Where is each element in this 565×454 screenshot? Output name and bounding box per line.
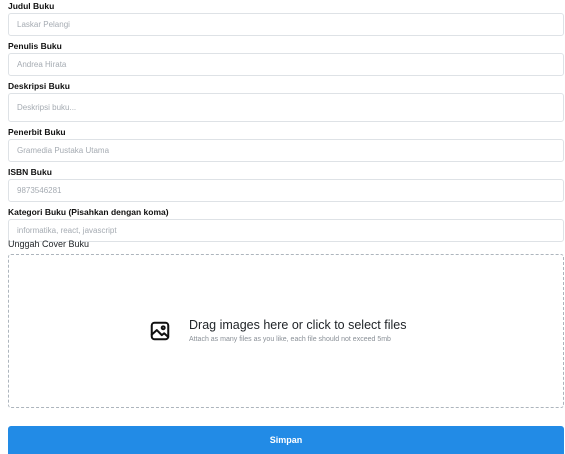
dropzone-subtitle: Attach as many files as you like, each f… [189,336,391,343]
book-form: Judul Buku Penulis Buku Deskripsi Buku P… [8,0,564,242]
judul-input[interactable] [8,13,564,36]
image-dropzone[interactable]: Drag images here or click to select file… [8,254,564,408]
penulis-input[interactable] [8,53,564,76]
judul-label: Judul Buku [8,1,55,11]
kategori-label: Kategori Buku (Pisahkan dengan koma) [8,207,169,217]
kategori-input[interactable] [8,219,564,242]
isbn-input[interactable] [8,179,564,202]
penerbit-label: Penerbit Buku [8,127,66,137]
dropzone-title: Drag images here or click to select file… [189,318,407,332]
deskripsi-label: Deskripsi Buku [8,81,70,91]
upload-label: Unggah Cover Buku [8,239,90,249]
penulis-label: Penulis Buku [8,41,62,51]
deskripsi-textarea[interactable] [8,93,564,122]
isbn-label: ISBN Buku [8,167,52,177]
save-button[interactable]: Simpan [8,426,564,454]
penerbit-input[interactable] [8,139,564,162]
image-icon [149,320,171,342]
